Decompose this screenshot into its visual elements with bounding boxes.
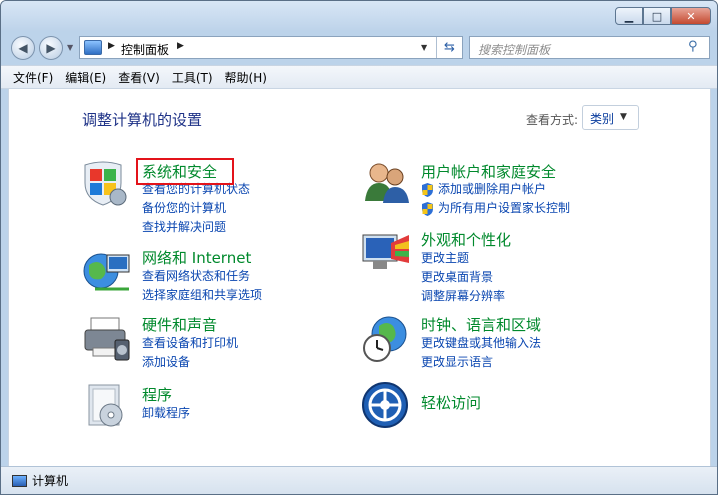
search-icon[interactable]: ⚲: [688, 39, 698, 54]
uac-shield-icon: [422, 202, 433, 216]
category-title[interactable]: 轻松访问: [421, 392, 481, 413]
computer-icon: [12, 475, 27, 487]
refresh-button[interactable]: ⇆: [436, 37, 462, 58]
link-screen-resolution[interactable]: 调整屏幕分辨率: [421, 287, 505, 306]
menu-help[interactable]: 帮助(H): [219, 69, 273, 86]
chevron-down-icon[interactable]: ▼: [620, 112, 627, 122]
refresh-icon: ⇆: [444, 40, 455, 55]
highlight-box: [136, 158, 234, 185]
category-title[interactable]: 时钟、语言和区域: [421, 314, 541, 335]
back-button[interactable]: ◀: [11, 36, 35, 60]
link-label[interactable]: 添加或删除用户帐户: [438, 182, 546, 196]
appearance-icon: [362, 234, 409, 269]
view-by-value[interactable]: 类别: [590, 112, 614, 126]
link-find-fix-problems[interactable]: 查找并解决问题: [142, 218, 250, 237]
search-input[interactable]: 搜索控制面板: [478, 41, 550, 58]
clock-globe-icon: [363, 316, 407, 362]
link-change-theme[interactable]: 更改主题: [421, 249, 505, 268]
menu-file[interactable]: 文件(F): [7, 69, 59, 86]
link-devices-printers[interactable]: 查看设备和打印机: [142, 334, 238, 353]
link-backup-computer[interactable]: 备份您的计算机: [142, 199, 250, 218]
page-title: 调整计算机的设置: [82, 111, 203, 129]
arrow-right-icon: ▶: [46, 41, 56, 55]
category-title[interactable]: 网络和 Internet: [142, 247, 251, 268]
address-bar[interactable]: ▶ 控制面板 ▶ ▼ ⇆: [79, 36, 463, 59]
programs-icon: [88, 384, 123, 427]
address-row: ◀ ▶ ▼ ▶ 控制面板 ▶ ▼ ⇆ 搜索控制面板 ⚲: [1, 31, 717, 63]
forward-button[interactable]: ▶: [39, 36, 63, 60]
uac-shield-icon: [422, 183, 433, 197]
address-dropdown-icon[interactable]: ▼: [421, 43, 427, 52]
maximize-button[interactable]: □: [643, 7, 671, 25]
control-panel-icon: [84, 40, 102, 55]
link-parental-controls[interactable]: 为所有用户设置家长控制: [421, 199, 570, 218]
category-title[interactable]: 硬件和声音: [142, 314, 217, 335]
menu-view[interactable]: 查看(V): [112, 69, 166, 86]
close-button[interactable]: ✕: [671, 7, 711, 25]
arrow-left-icon: ◀: [18, 41, 28, 55]
link-add-remove-accounts[interactable]: 添加或删除用户帐户: [421, 180, 570, 199]
window-controls: ▁ □ ✕: [615, 7, 711, 25]
link-network-status[interactable]: 查看网络状态和任务: [142, 267, 262, 286]
search-box[interactable]: 搜索控制面板 ⚲: [469, 36, 710, 59]
menu-tools[interactable]: 工具(T): [166, 69, 219, 86]
category-title[interactable]: 外观和个性化: [421, 229, 511, 250]
category-title[interactable]: 程序: [142, 384, 172, 405]
recent-pages-dropdown[interactable]: ▼: [67, 43, 73, 52]
link-add-device[interactable]: 添加设备: [142, 353, 238, 372]
printer-icon: [84, 317, 130, 361]
users-icon: [365, 163, 409, 203]
title-bar: ▁ □ ✕: [1, 1, 717, 31]
breadcrumb-control-panel[interactable]: 控制面板: [121, 41, 169, 58]
ease-of-access-icon: [362, 382, 408, 428]
category-title[interactable]: 用户帐户和家庭安全: [421, 161, 556, 182]
chevron-right-icon[interactable]: ▶: [108, 41, 115, 51]
shield-icon[interactable]: [81, 159, 131, 207]
chevron-right-icon[interactable]: ▶: [177, 41, 184, 51]
view-by-select[interactable]: 类别 ▼: [582, 105, 639, 130]
content-pane: 调整计算机的设置 查看方式: 类别 ▼ 系统和安全 查看您的计算机状态 备份您的…: [8, 89, 711, 466]
link-desktop-background[interactable]: 更改桌面背景: [421, 268, 505, 287]
link-keyboard-input[interactable]: 更改键盘或其他输入法: [421, 334, 541, 353]
menu-edit[interactable]: 编辑(E): [59, 69, 112, 86]
status-bar: 计算机: [1, 466, 717, 494]
network-globe-icon: [83, 253, 130, 291]
view-by-label: 查看方式:: [526, 113, 579, 127]
link-label[interactable]: 为所有用户设置家长控制: [438, 201, 570, 215]
link-display-language[interactable]: 更改显示语言: [421, 353, 541, 372]
link-homegroup-sharing[interactable]: 选择家庭组和共享选项: [142, 286, 262, 305]
control-panel-window: ▁ □ ✕ ◀ ▶ ▼ ▶ 控制面板 ▶ ▼ ⇆ 搜索控制面板 ⚲ 文件(F) …: [0, 0, 718, 495]
status-label: 计算机: [32, 474, 69, 488]
link-uninstall-program[interactable]: 卸载程序: [142, 404, 190, 423]
menu-bar: 文件(F) 编辑(E) 查看(V) 工具(T) 帮助(H): [1, 65, 717, 89]
minimize-button[interactable]: ▁: [615, 7, 643, 25]
